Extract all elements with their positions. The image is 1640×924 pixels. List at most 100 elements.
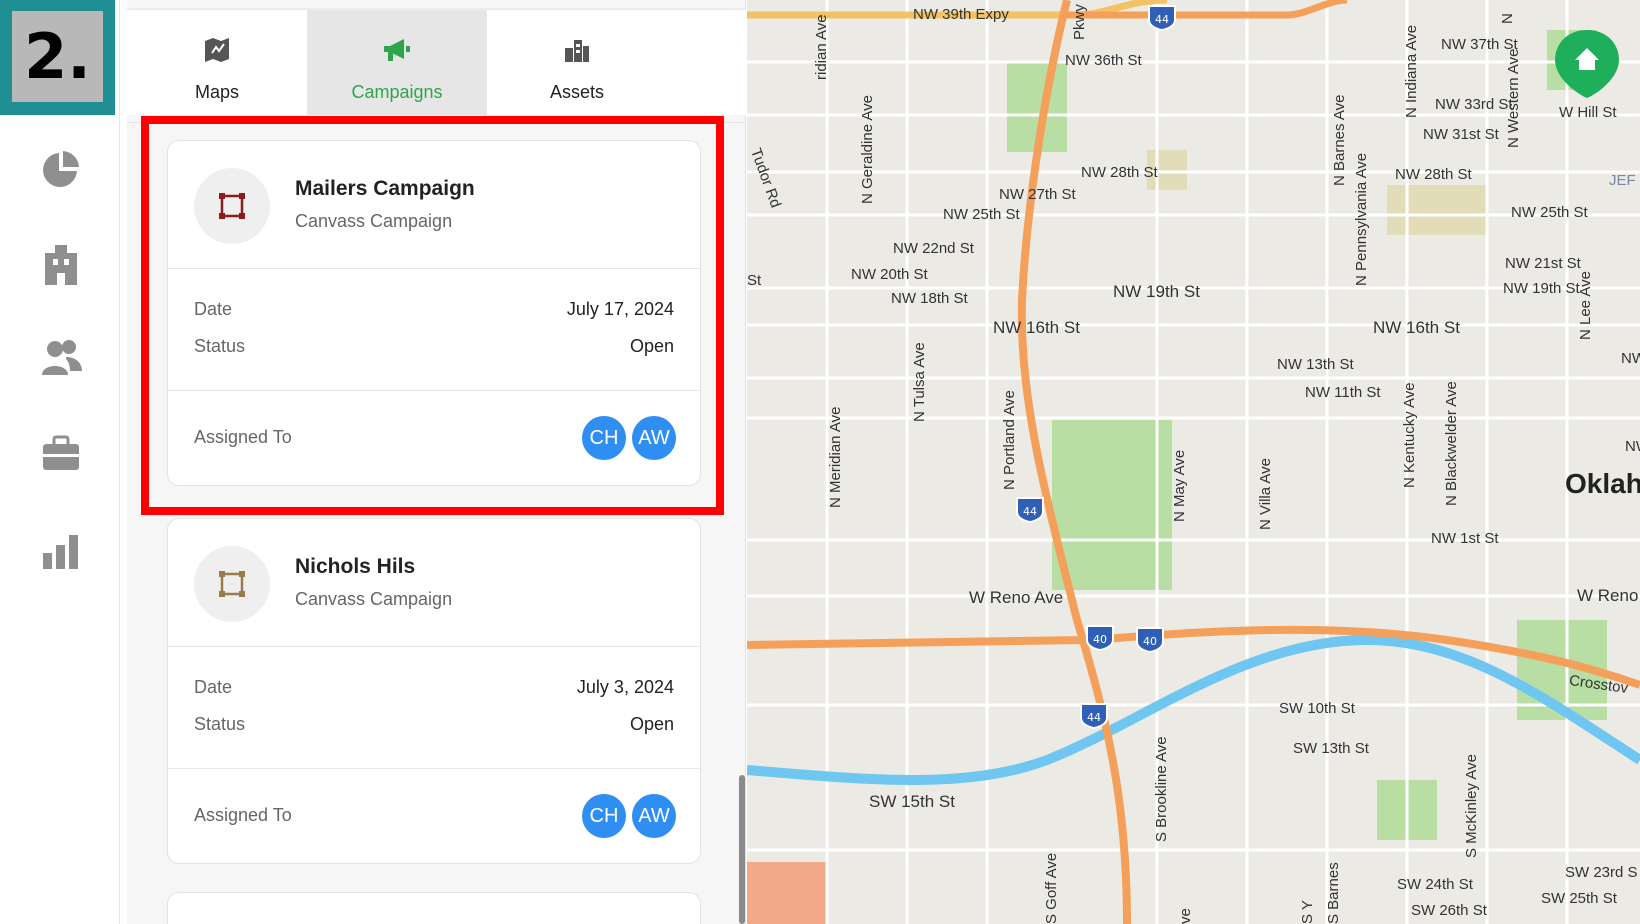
- assignee-avatar[interactable]: CH: [582, 416, 626, 460]
- street-label: SW 13th St: [1293, 740, 1369, 757]
- street-label: SW 15th St: [869, 792, 955, 811]
- street-label: NW 25th St: [1511, 204, 1588, 221]
- street-label: NW 19th St: [1503, 280, 1580, 297]
- status-value: Open: [629, 714, 674, 734]
- street-label: W Hill St: [1559, 104, 1617, 121]
- campaign-details: Date July 17, 2024 Status Open: [168, 269, 700, 391]
- street-label: SW 24th St: [1397, 876, 1473, 893]
- assignee-avatar[interactable]: AW: [632, 794, 676, 838]
- svg-text:40: 40: [1093, 633, 1107, 646]
- campaign-assignees: Assigned To CH AW: [168, 391, 700, 485]
- campaign-title[interactable]: Mailers Campaign: [295, 177, 475, 201]
- bar-chart-icon[interactable]: [36, 526, 86, 576]
- date-value: July 17, 2024: [566, 299, 674, 319]
- date-label: Date: [194, 299, 233, 319]
- street-label: N Meridian Ave: [827, 406, 844, 508]
- street-label: St: [747, 272, 762, 289]
- tabs-divider: [127, 122, 746, 123]
- tab-maps-label: Maps: [194, 82, 239, 102]
- assigned-label: Assigned To: [194, 427, 292, 447]
- street-label: S Y: [1299, 900, 1316, 924]
- street-label: NW 20th St: [851, 266, 928, 283]
- building-icon[interactable]: [36, 240, 86, 290]
- left-nav-rail: 2.: [0, 0, 120, 924]
- campaign-card[interactable]: Nichols Hils Canvass Campaign Date July …: [167, 518, 701, 864]
- step-number: 2.: [12, 11, 103, 102]
- street-label: NW 33rd St: [1435, 96, 1513, 113]
- briefcase-icon[interactable]: [36, 428, 86, 478]
- street-label: N Barnes Ave: [1331, 94, 1348, 186]
- users-icon[interactable]: [36, 332, 86, 382]
- street-label: W Reno Ave: [969, 588, 1064, 607]
- street-label: N May Ave: [1171, 449, 1188, 522]
- map-icon: [203, 32, 231, 68]
- street-label: NW 39th Expy: [913, 6, 1009, 23]
- street-label: NW 16th St: [993, 318, 1080, 337]
- date-label: Date: [194, 677, 233, 697]
- polygon-icon: [194, 168, 270, 244]
- street-label: NW 1st St: [1431, 530, 1499, 547]
- campaign-details: Date July 3, 2024 Status Open: [168, 647, 700, 769]
- tab-assets[interactable]: Assets: [487, 10, 667, 115]
- street-label: SW 23rd S: [1565, 864, 1638, 881]
- tab-campaigns-label: Campaigns: [351, 82, 443, 102]
- campaign-card[interactable]: [167, 892, 701, 924]
- panel-tabs: Maps Campaigns Assets: [127, 10, 746, 115]
- street-label: N Kentucky Ave: [1401, 382, 1418, 488]
- street-label: S Goff Ave: [1043, 852, 1060, 924]
- svg-text:44: 44: [1155, 13, 1169, 26]
- street-label: N Lee Ave: [1577, 271, 1594, 340]
- assignee-avatar[interactable]: CH: [582, 794, 626, 838]
- campaign-assignees: Assigned To CH AW: [168, 769, 700, 863]
- app-screen: 2. Maps Campaigns Assets Mailers Campaig…: [0, 0, 1640, 924]
- street-label: N Villa Ave: [1257, 458, 1274, 530]
- megaphone-icon: [382, 32, 412, 68]
- street-label: N Tulsa Ave: [911, 342, 928, 422]
- street-label: NW 27th St: [999, 186, 1076, 203]
- street-label: ve: [1177, 908, 1194, 924]
- street-label: S Brookline Ave: [1153, 736, 1170, 842]
- street-label: NW 22nd St: [893, 240, 974, 257]
- street-label: NW 28th St: [1081, 164, 1158, 181]
- map-view[interactable]: 44 44 40 40 44 NW 39th Expy NW 36th St N…: [747, 0, 1640, 924]
- campaign-card[interactable]: Mailers Campaign Canvass Campaign Date J…: [167, 140, 701, 486]
- campaign-card-header: Nichols Hils Canvass Campaign: [168, 519, 700, 647]
- assigned-label: Assigned To: [194, 805, 292, 825]
- street-label: W Reno: [1577, 586, 1639, 605]
- street-label: NW 19th St: [1113, 282, 1200, 301]
- status-label: Status: [194, 714, 246, 734]
- panel-scrollbar[interactable]: [739, 775, 745, 924]
- assignee-avatar[interactable]: AW: [632, 416, 676, 460]
- campaign-title[interactable]: Nichols Hils: [295, 555, 415, 579]
- date-value: July 3, 2024: [576, 677, 674, 697]
- svg-text:44: 44: [1023, 505, 1037, 518]
- street-label: NW 16th St: [1373, 318, 1460, 337]
- street-label: N Geraldine Ave: [859, 95, 876, 204]
- campaign-type: Canvass Campaign: [295, 211, 453, 231]
- street-label: ridian Ave: [813, 14, 830, 80]
- tab-maps[interactable]: Maps: [127, 10, 307, 115]
- polygon-icon: [194, 546, 270, 622]
- tab-campaigns[interactable]: Campaigns: [307, 10, 487, 115]
- street-label: S McKinley Ave: [1463, 754, 1480, 858]
- campaigns-panel: Maps Campaigns Assets Mailers Campaign C…: [127, 0, 746, 924]
- street-label: N Portland Ave: [1001, 390, 1018, 490]
- street-label: N Indiana Ave: [1403, 24, 1420, 118]
- street-label: NW 31st St: [1423, 126, 1499, 143]
- street-label: NW 36th St: [1065, 52, 1142, 69]
- svg-text:44: 44: [1087, 711, 1101, 724]
- assets-icon: [563, 32, 591, 68]
- street-label: N Western Ave: [1505, 48, 1522, 149]
- street-label: Pkwy: [1071, 4, 1088, 40]
- street-label: NW: [1625, 438, 1640, 455]
- campaign-card-header: Mailers Campaign Canvass Campaign: [168, 141, 700, 269]
- street-label: S Barnes: [1325, 862, 1342, 924]
- street-label: NW 11th St: [1305, 384, 1381, 401]
- interstate-44-shield: 44: [1148, 5, 1176, 32]
- street-label: SW 25th St: [1541, 890, 1617, 907]
- campaign-type: Canvass Campaign: [295, 589, 453, 609]
- street-label: SW 10th St: [1279, 700, 1355, 717]
- pie-chart-icon[interactable]: [36, 144, 86, 194]
- street-label: N: [1499, 13, 1516, 24]
- street-label: NW 25th St: [943, 206, 1020, 223]
